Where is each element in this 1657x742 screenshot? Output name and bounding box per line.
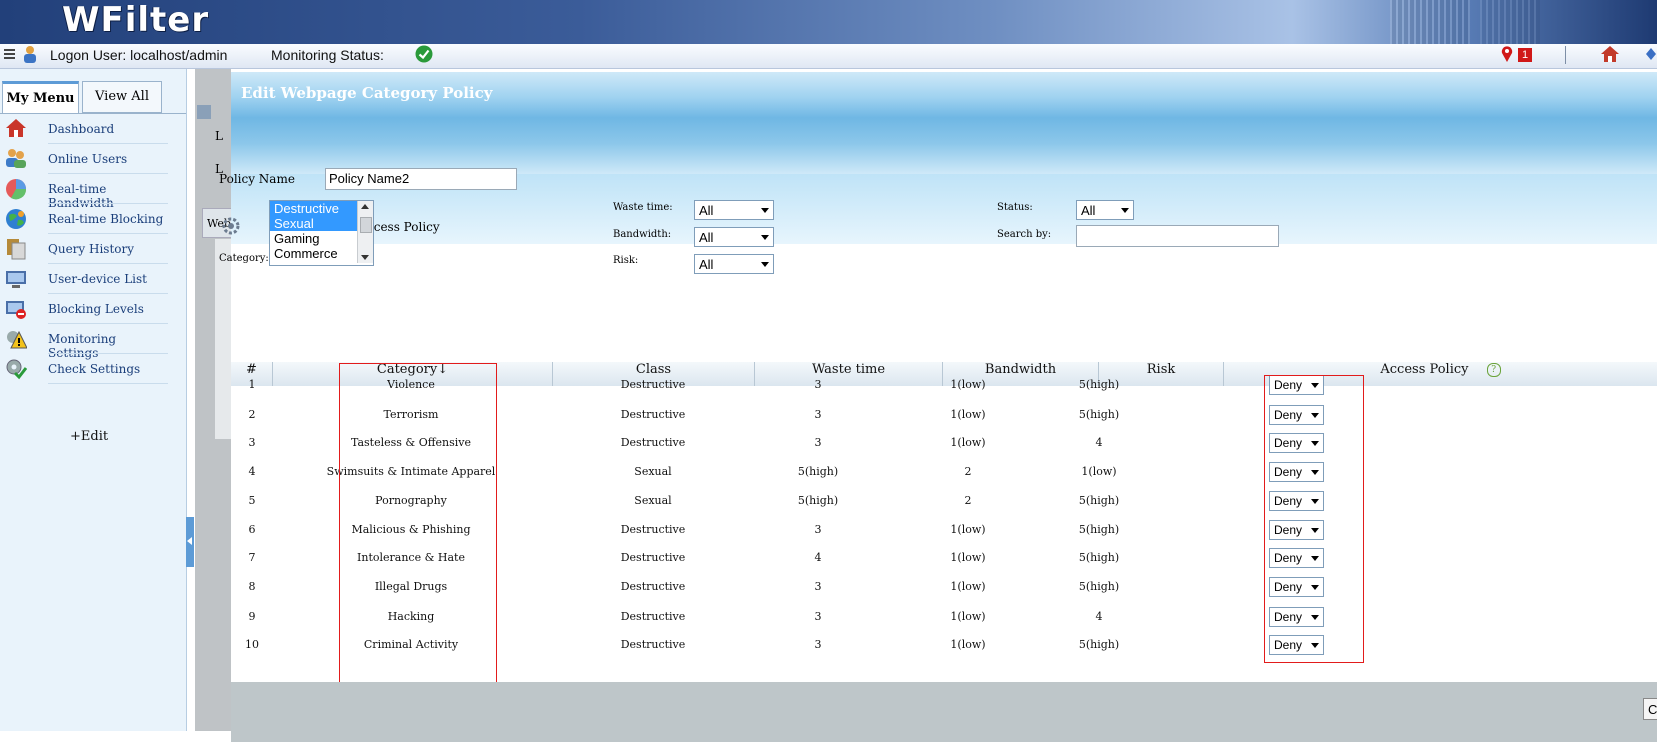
footer-button[interactable]: C bbox=[1643, 698, 1657, 720]
users-icon bbox=[5, 148, 26, 168]
status-select[interactable]: All bbox=[1076, 200, 1134, 220]
waste-time-label: Waste time: bbox=[613, 202, 673, 213]
dialog-header: Edit Webpage Category Policy bbox=[231, 72, 1657, 174]
scroll-thumb[interactable] bbox=[360, 217, 372, 233]
waste-time-select[interactable]: All bbox=[694, 200, 774, 220]
sidebar-item-label: Online Users bbox=[48, 152, 128, 166]
category-label: Category: bbox=[219, 253, 269, 264]
sidebar-item-label: User-device List bbox=[48, 272, 147, 286]
cell-risk: 5(high) bbox=[1078, 551, 1120, 564]
cell-risk: 1(low) bbox=[1081, 465, 1117, 478]
scroll-up-icon[interactable] bbox=[361, 204, 369, 209]
tab-my-menu[interactable]: My Menu bbox=[2, 81, 79, 114]
edit-policy-dialog: Edit Webpage Category Policy Add Categor… bbox=[219, 72, 1657, 742]
listbox-scrollbar[interactable] bbox=[357, 201, 373, 263]
logon-user-text: Logon User: localhost/admin bbox=[50, 47, 228, 63]
header-building-graphic bbox=[1390, 0, 1470, 44]
dialog-footer: C bbox=[231, 682, 1657, 742]
access-policy-column-highlight bbox=[1264, 375, 1364, 663]
home-icon bbox=[5, 118, 26, 138]
app-logo: WFilter bbox=[62, 0, 210, 40]
sidebar-item-label: Blocking Levels bbox=[48, 302, 144, 316]
policy-name-input[interactable]: Policy Name2 bbox=[325, 168, 517, 190]
category-column-highlight bbox=[339, 363, 497, 683]
sidebar: My Menu View All Dashboard Online Users … bbox=[0, 69, 187, 731]
gear-icon bbox=[221, 216, 241, 236]
access-policy-header-label: Access Policy bbox=[1380, 362, 1469, 377]
risk-select[interactable]: All bbox=[694, 254, 774, 274]
monitoring-status-label: Monitoring Status: bbox=[271, 47, 384, 63]
blocking-icon bbox=[5, 298, 26, 319]
background-text: L bbox=[215, 129, 223, 143]
search-input[interactable] bbox=[1076, 225, 1279, 247]
cell-risk: 5(high) bbox=[1078, 638, 1120, 651]
background-page: L L Web bbox=[195, 69, 232, 731]
cell-risk: 5(high) bbox=[1078, 408, 1120, 421]
edit-menu-link[interactable]: +Edit bbox=[70, 429, 108, 444]
gear-check-icon bbox=[5, 358, 28, 380]
sidebar-item-dashboard[interactable]: Dashboard bbox=[0, 114, 168, 144]
tab-view-all[interactable]: View All bbox=[82, 81, 162, 113]
status-bar: Logon User: localhost/admin Monitoring S… bbox=[0, 44, 1657, 69]
header-building-graphic-2 bbox=[1480, 0, 1540, 44]
search-by-label: Search by: bbox=[997, 229, 1052, 240]
warning-gear-icon bbox=[5, 328, 28, 349]
chevron-down-icon bbox=[761, 235, 769, 240]
menu-toggle-icon[interactable] bbox=[4, 49, 15, 61]
cell-risk: 5(high) bbox=[1078, 378, 1120, 391]
alert-count-badge[interactable]: 1 bbox=[1518, 48, 1533, 62]
help-icon[interactable]: ? bbox=[1486, 362, 1501, 377]
collapse-arrow-icon bbox=[187, 537, 192, 545]
chevron-down-icon bbox=[761, 262, 769, 267]
bandwidth-select[interactable]: All bbox=[694, 227, 774, 247]
sidebar-item-query-history[interactable]: Query History bbox=[0, 234, 168, 264]
chevron-down-icon bbox=[761, 208, 769, 213]
category-listbox[interactable]: Destructive Sexual Gaming Commerce bbox=[269, 200, 374, 266]
monitor-icon bbox=[5, 268, 26, 288]
sidebar-item-blocking-levels[interactable]: Blocking Levels bbox=[0, 294, 168, 324]
alert-pin-icon[interactable] bbox=[1500, 45, 1514, 66]
globe-icon bbox=[5, 208, 26, 229]
user-icon bbox=[22, 45, 38, 63]
documents-icon bbox=[5, 238, 26, 260]
sidebar-item-label: Query History bbox=[48, 242, 135, 256]
sidebar-item-label: Dashboard bbox=[48, 122, 115, 136]
policy-name-label: Policy Name bbox=[219, 172, 295, 186]
cell-risk: 5(high) bbox=[1078, 580, 1120, 593]
toolbar-divider bbox=[1565, 46, 1566, 64]
sidebar-item-user-device-list[interactable]: User-device List bbox=[0, 264, 168, 294]
cell-risk: 5(high) bbox=[1078, 494, 1120, 507]
sidebar-item-realtime-bandwidth[interactable]: Real-time Bandwidth bbox=[0, 174, 168, 210]
chevron-down-icon bbox=[1121, 208, 1129, 213]
navigate-icon[interactable] bbox=[1645, 47, 1657, 61]
sidebar-item-online-users[interactable]: Online Users bbox=[0, 144, 168, 174]
sidebar-item-realtime-blocking[interactable]: Real-time Blocking bbox=[0, 204, 168, 234]
home-icon[interactable] bbox=[1600, 45, 1620, 66]
dialog-title: Edit Webpage Category Policy bbox=[241, 84, 493, 102]
cell-risk: 4 bbox=[1095, 436, 1103, 449]
pie-chart-icon bbox=[5, 178, 27, 200]
scroll-down-icon[interactable] bbox=[361, 255, 369, 260]
sidebar-item-label: Real-time Blocking bbox=[48, 212, 164, 226]
status-label: Status: bbox=[997, 202, 1033, 213]
risk-label: Risk: bbox=[613, 255, 639, 266]
status-ok-icon bbox=[415, 45, 433, 66]
sidebar-item-label: Check Settings bbox=[48, 362, 141, 376]
background-blocking-icon bbox=[197, 105, 211, 119]
cell-risk: 5(high) bbox=[1078, 523, 1120, 536]
bandwidth-label: Bandwidth: bbox=[613, 229, 672, 240]
app-header: WFilter bbox=[0, 0, 1657, 44]
sidebar-item-monitoring-settings[interactable]: Monitoring Settings bbox=[0, 324, 168, 360]
cell-risk: 4 bbox=[1095, 610, 1103, 623]
